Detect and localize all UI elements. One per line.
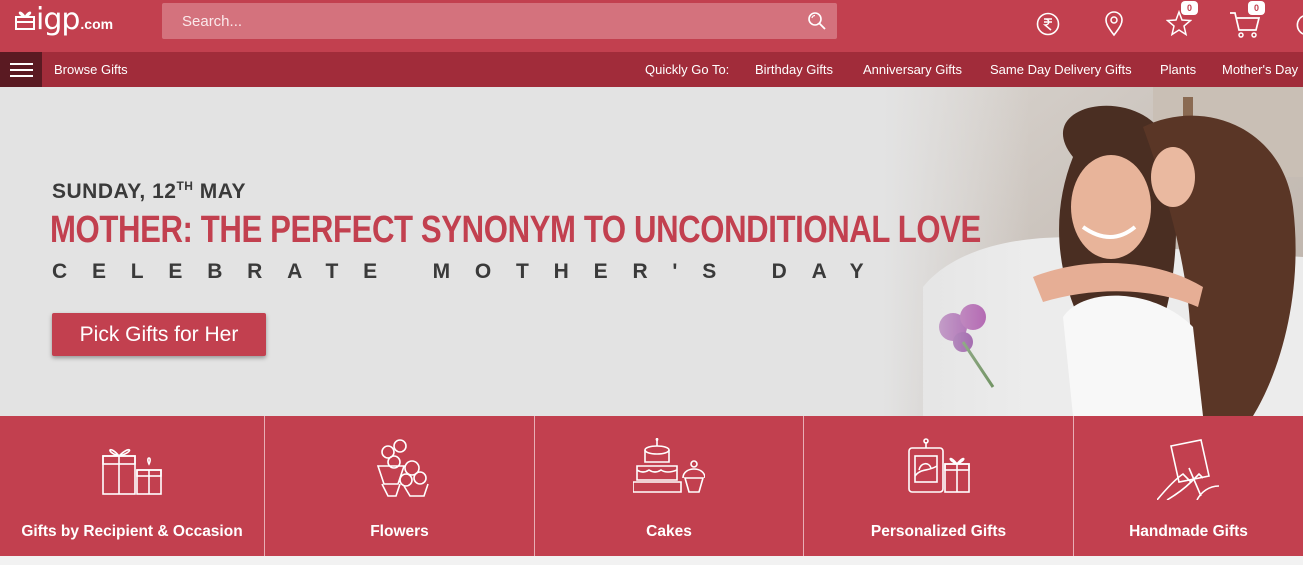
category-label: Gifts by Recipient & Occasion bbox=[21, 523, 243, 540]
pick-gifts-button[interactable]: Pick Gifts for Her bbox=[52, 313, 266, 356]
category-cakes[interactable]: Cakes bbox=[535, 416, 804, 556]
sub-navigation: Browse Gifts Quickly Go To: Birthday Gif… bbox=[0, 52, 1303, 87]
category-label: Handmade Gifts bbox=[1129, 523, 1248, 540]
category-label: Flowers bbox=[370, 523, 429, 540]
hero-banner[interactable]: SUNDAY, 12TH MAY MOTHER: THE PERFECT SYN… bbox=[0, 87, 1303, 416]
top-header: igp .com 0 0 bbox=[0, 0, 1303, 52]
igp-logo[interactable]: igp .com bbox=[14, 5, 113, 35]
brand-tld: .com bbox=[80, 16, 114, 32]
nav-link-birthday-gifts[interactable]: Birthday Gifts bbox=[755, 62, 833, 77]
category-label: Cakes bbox=[646, 523, 692, 540]
wishlist-count-badge: 0 bbox=[1181, 1, 1198, 15]
brand-name: igp bbox=[36, 2, 80, 37]
category-flowers[interactable]: Flowers bbox=[265, 416, 535, 556]
hero-headline: MOTHER: THE PERFECT SYNONYM TO UNCONDITI… bbox=[50, 209, 981, 251]
nav-link-mothers-day[interactable]: Mother's Day bbox=[1222, 62, 1298, 77]
search-bar bbox=[162, 3, 837, 39]
category-handmade-gifts[interactable]: Handmade Gifts bbox=[1074, 416, 1303, 556]
nav-link-plants[interactable]: Plants bbox=[1160, 62, 1196, 77]
flowers-icon bbox=[370, 438, 430, 503]
cart-count-badge: 0 bbox=[1248, 1, 1265, 15]
gift-logo-icon bbox=[15, 11, 35, 30]
category-gifts-by-recipient[interactable]: Gifts by Recipient & Occasion bbox=[0, 416, 265, 556]
wishlist-star-icon[interactable]: 0 bbox=[1165, 1, 1198, 41]
browse-gifts-link[interactable]: Browse Gifts bbox=[54, 62, 128, 77]
category-tiles: Gifts by Recipient & Occasion Flowers Ca… bbox=[0, 416, 1303, 556]
search-input[interactable] bbox=[162, 3, 837, 39]
category-label: Personalized Gifts bbox=[870, 523, 1007, 540]
hero-date: SUNDAY, 12TH MAY bbox=[52, 179, 247, 203]
personalized-gift-icon bbox=[907, 438, 971, 499]
location-icon[interactable] bbox=[1104, 10, 1124, 43]
gift-boxes-icon bbox=[101, 438, 163, 501]
search-icon[interactable] bbox=[807, 11, 827, 36]
nav-link-anniversary-gifts[interactable]: Anniversary Gifts bbox=[863, 62, 962, 77]
hero-subheadline: CELEBRATE MOTHER'S DAY bbox=[52, 260, 889, 283]
category-personalized-gifts[interactable]: Personalized Gifts bbox=[804, 416, 1074, 556]
quick-go-label: Quickly Go To: bbox=[645, 62, 730, 77]
cart-icon[interactable]: 0 bbox=[1229, 1, 1265, 43]
handmade-card-icon bbox=[1155, 438, 1221, 505]
cake-icon bbox=[632, 437, 706, 499]
nav-link-same-day-delivery[interactable]: Same Day Delivery Gifts bbox=[990, 62, 1132, 77]
hamburger-menu-icon[interactable] bbox=[0, 52, 42, 87]
account-icon[interactable] bbox=[1296, 14, 1303, 41]
rupee-icon[interactable] bbox=[1036, 10, 1060, 41]
page-divider bbox=[0, 556, 1303, 565]
